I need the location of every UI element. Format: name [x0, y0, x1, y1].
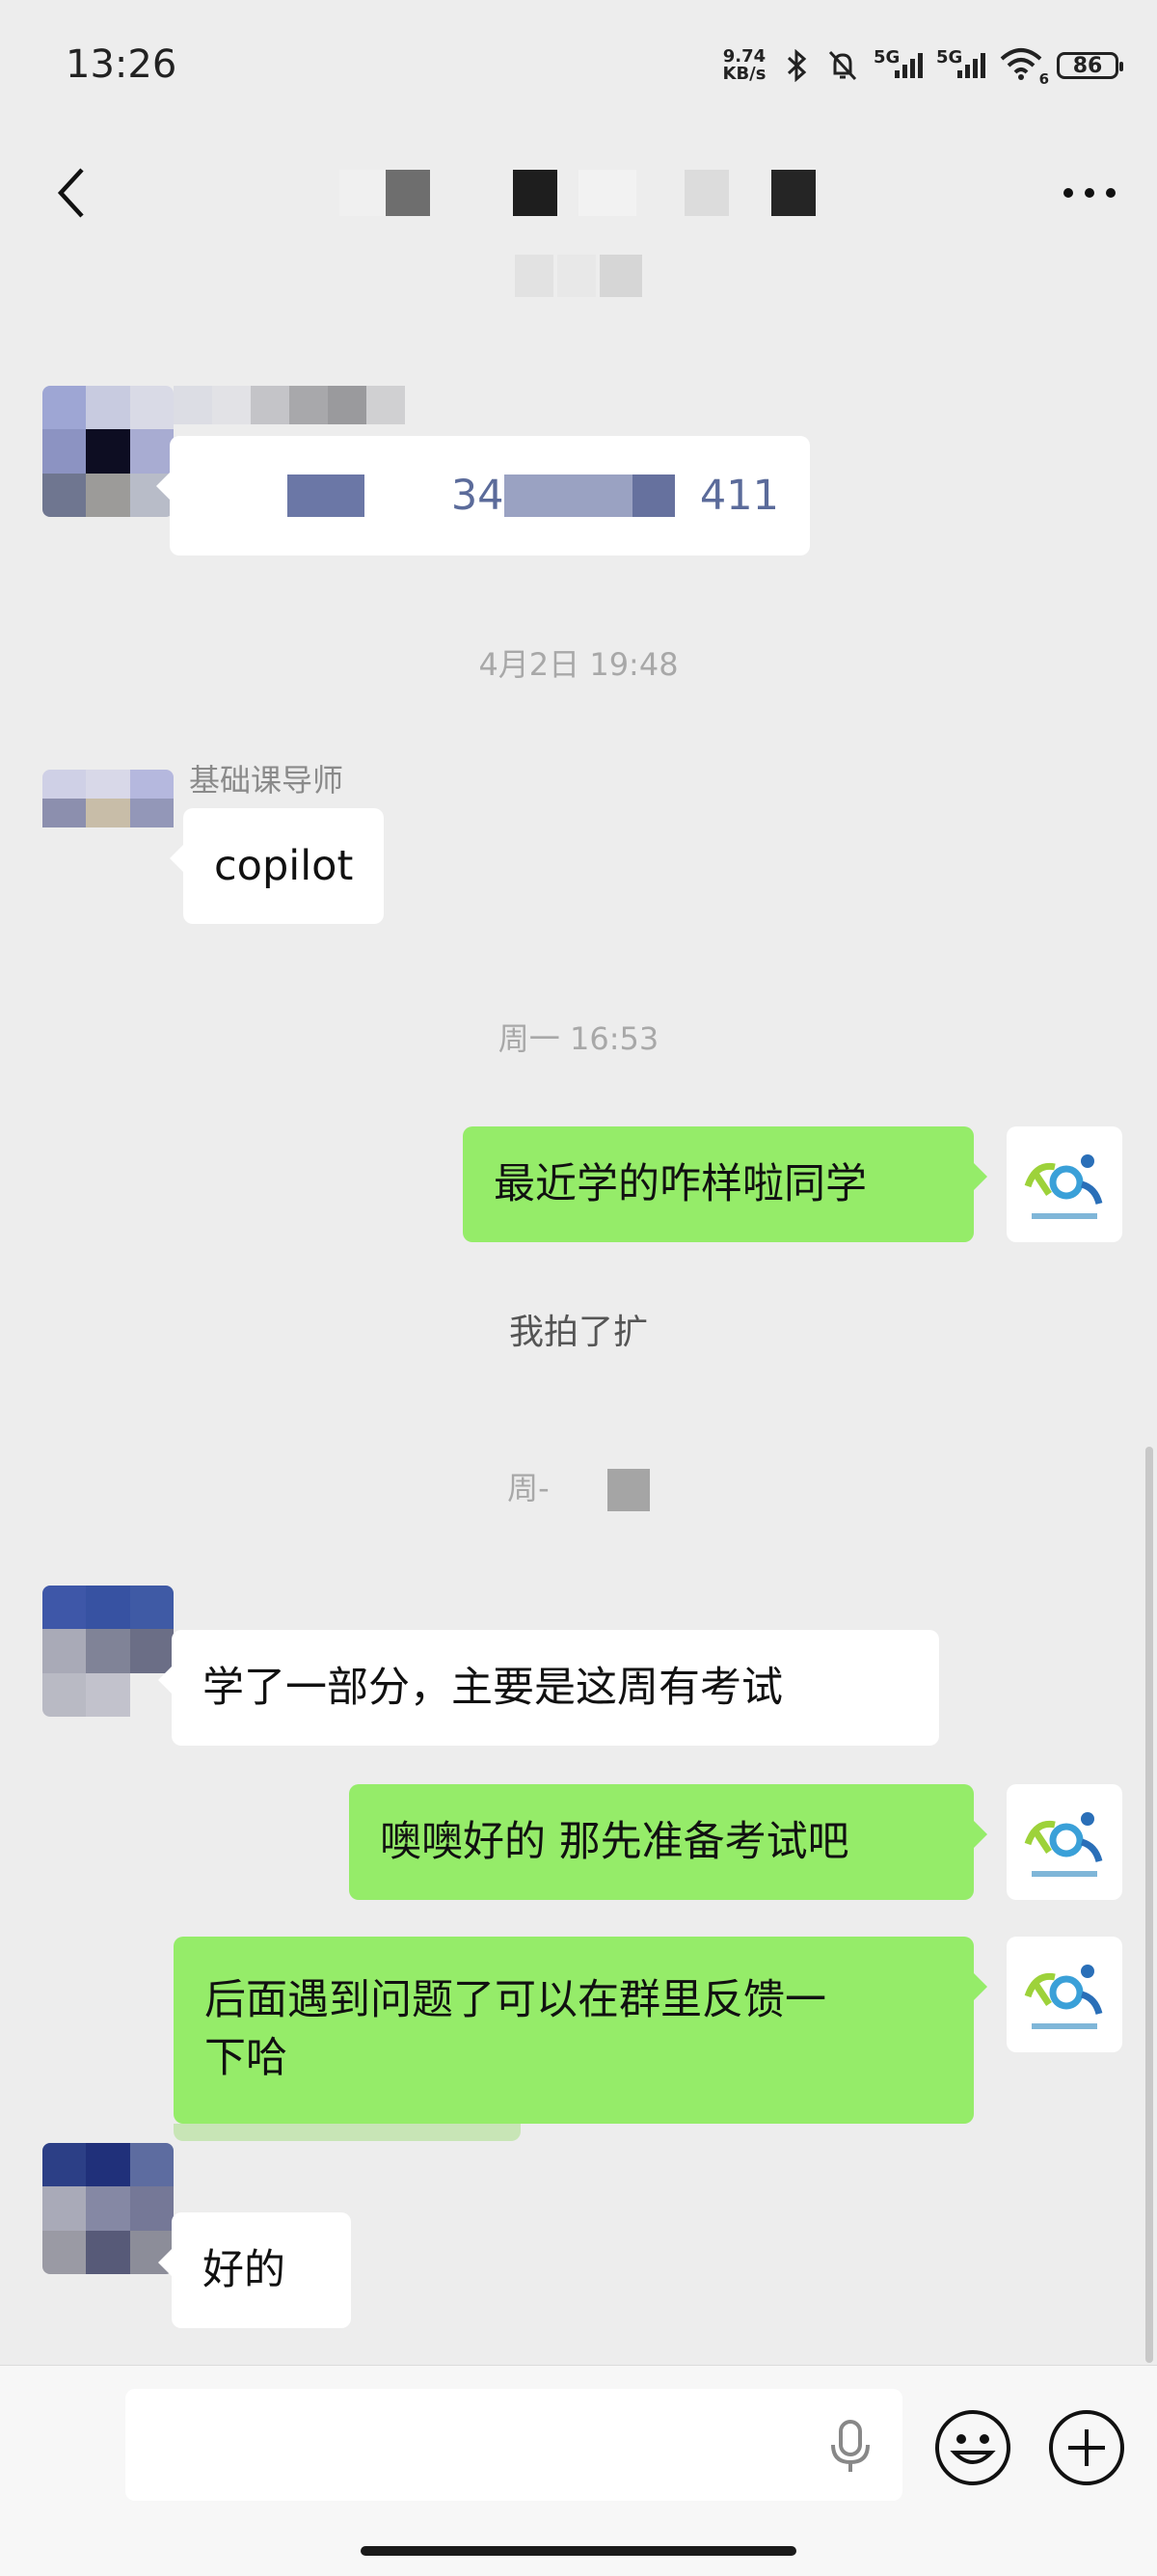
microphone-icon[interactable]: [821, 2416, 879, 2478]
signal-icon-sim1: 5G: [874, 47, 923, 78]
my-avatar[interactable]: [1007, 1937, 1122, 2052]
plus-circle-icon[interactable]: [1047, 2408, 1126, 2487]
home-indicator[interactable]: [361, 2546, 796, 2556]
my-avatar[interactable]: [1007, 1126, 1122, 1242]
redacted-block: [503, 475, 632, 517]
message-input[interactable]: [125, 2389, 902, 2501]
battery-icon: 86: [1057, 52, 1123, 79]
pat-notice: 我拍了扩: [508, 1313, 648, 1352]
redacted-block: [632, 475, 675, 517]
timestamp: 4月2日 19:48: [478, 646, 679, 683]
message-bubble-incoming[interactable]: 学了一部分，主要是这周有考试: [158, 1630, 939, 1746]
redacted-block: [287, 475, 364, 517]
redacted-block: [606, 1469, 650, 1511]
input-bar: [0, 2365, 1157, 2576]
logo-icon: [1024, 1812, 1103, 1877]
network-speed: 9.74 KB/s: [722, 46, 767, 84]
wifi-icon: 6: [999, 47, 1049, 88]
signal-icon-sim2: 5G: [936, 47, 985, 78]
logo-icon: [1024, 1154, 1103, 1219]
scrollbar[interactable]: [1145, 1447, 1153, 2363]
message-bubble-incoming[interactable]: copilot: [169, 808, 385, 924]
status-bar: 13:26 9.74 KB/s 5G 5G 6 86: [0, 0, 1157, 135]
avatar[interactable]: [42, 770, 174, 856]
more-dots-icon: [1063, 188, 1116, 198]
mute-bell-icon: [828, 50, 857, 81]
sender-name: 基础课导师: [189, 762, 344, 799]
message-bubble-outgoing[interactable]: 噢噢好的 那先准备考试吧: [349, 1784, 987, 1900]
timestamp: 周-: [0, 1464, 1157, 1511]
timestamp: 周一 16:53: [498, 1020, 659, 1057]
status-time: 13:26: [66, 42, 177, 87]
avatar[interactable]: [42, 1586, 174, 1717]
message-bubble-outgoing[interactable]: 后面遇到问题了可以在群里反馈一 下哈: [174, 1937, 987, 2124]
message-bubble-incoming[interactable]: 好的: [158, 2212, 351, 2328]
more-button[interactable]: [1051, 154, 1128, 231]
avatar[interactable]: [42, 2143, 174, 2274]
avatar[interactable]: [42, 386, 174, 517]
chat-title-bar: [0, 135, 1157, 328]
emoji-icon[interactable]: [933, 2408, 1012, 2487]
message-bubble-incoming[interactable]: 34 411: [156, 436, 810, 556]
back-button[interactable]: [39, 154, 106, 231]
bluetooth-icon: [787, 49, 807, 82]
chevron-left-icon: [57, 168, 84, 218]
my-avatar[interactable]: [1007, 1784, 1122, 1900]
message-bubble-outgoing[interactable]: 最近学的咋样啦同学: [463, 1126, 987, 1242]
logo-icon: [1024, 1965, 1103, 2029]
status-icons: 9.74 KB/s 5G 5G 6 86: [719, 44, 1123, 88]
redacted-block: [174, 2124, 521, 2141]
